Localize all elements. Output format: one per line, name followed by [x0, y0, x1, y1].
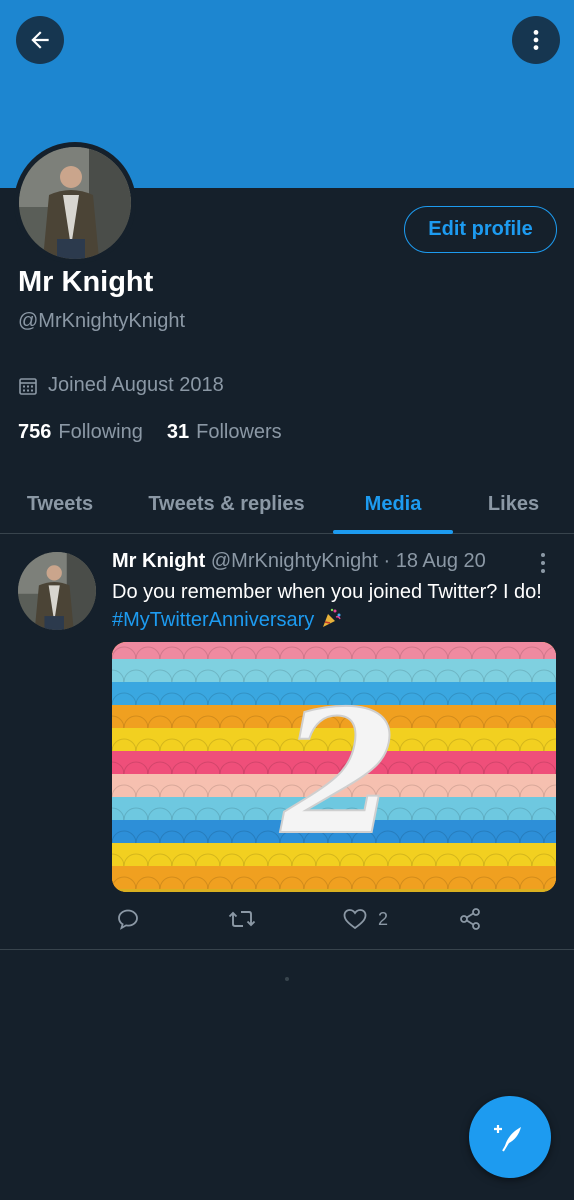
- scalloped-paper-image: 2: [112, 642, 556, 892]
- active-tab-indicator: [333, 530, 453, 534]
- calendar-icon: [19, 377, 37, 395]
- compose-tweet-icon: [494, 1125, 521, 1152]
- avatar-photo: [18, 552, 96, 630]
- reply-button[interactable]: [116, 907, 140, 931]
- followers-link[interactable]: 31 Followers: [167, 421, 282, 444]
- retweet-button[interactable]: [228, 907, 256, 931]
- following-label: Following: [58, 421, 143, 443]
- tweet-text: Do you remember when you joined Twitter?…: [112, 578, 552, 634]
- heart-icon: [343, 909, 367, 930]
- reply-icon: [118, 909, 138, 930]
- tweet-body: Do you remember when you joined Twitter?…: [112, 581, 542, 603]
- tab-media[interactable]: Media: [333, 474, 453, 534]
- tweet-actions: 2: [112, 907, 552, 937]
- paper-band: [112, 889, 556, 892]
- edit-profile-button[interactable]: Edit profile: [404, 206, 557, 253]
- follow-stats: 756 Following 31 Followers: [18, 421, 306, 444]
- tab-likes[interactable]: Likes: [453, 474, 574, 534]
- tweet-menu-button[interactable]: [534, 551, 552, 580]
- followers-label: Followers: [196, 421, 282, 443]
- like-button[interactable]: 2: [342, 907, 388, 931]
- profile-avatar[interactable]: [14, 142, 136, 264]
- tab-tweets[interactable]: Tweets: [0, 474, 120, 534]
- compose-tweet-button[interactable]: [469, 1096, 551, 1178]
- tweet-avatar[interactable]: [18, 552, 96, 630]
- back-button[interactable]: [16, 16, 64, 64]
- back-arrow-icon: [31, 31, 49, 49]
- profile-tabs: Tweets Tweets & replies Media Likes: [0, 474, 574, 534]
- tweet-hashtag[interactable]: #MyTwitterAnniversary: [112, 609, 314, 631]
- followers-count: 31: [166, 421, 190, 443]
- tab-tweets-replies[interactable]: Tweets & replies: [120, 474, 333, 534]
- joined-date: Joined August 2018: [18, 374, 224, 397]
- tweet-item[interactable]: Mr Knight @MrKnightyKnight · 18 Aug 20 D…: [0, 535, 574, 950]
- profile-handle: @MrKnightyKnight: [18, 310, 186, 332]
- tweet-header: Mr Knight @MrKnightyKnight · 18 Aug 20: [112, 550, 486, 573]
- more-vertical-icon: [541, 553, 545, 573]
- avatar-photo: [19, 147, 131, 259]
- share-button[interactable]: [458, 907, 482, 931]
- following-count: 756: [18, 421, 52, 443]
- tweet-author-name[interactable]: Mr Knight: [112, 550, 205, 572]
- profile-name: Mr Knight: [18, 266, 154, 298]
- more-options-button[interactable]: [512, 16, 560, 64]
- anniversary-number: 2: [280, 673, 399, 873]
- more-vertical-icon: [533, 30, 539, 50]
- joined-label: Joined August 2018: [48, 374, 224, 396]
- tweet-media-image[interactable]: 2: [112, 642, 556, 892]
- retweet-icon: [228, 911, 256, 927]
- party-popper-icon: [322, 608, 341, 627]
- share-icon: [460, 908, 480, 930]
- following-link[interactable]: 756 Following: [18, 421, 143, 444]
- tweet-author-meta: @MrKnightyKnight · 18 Aug 20: [210, 550, 486, 572]
- list-end-dot: [285, 977, 289, 981]
- like-count: 2: [378, 908, 389, 929]
